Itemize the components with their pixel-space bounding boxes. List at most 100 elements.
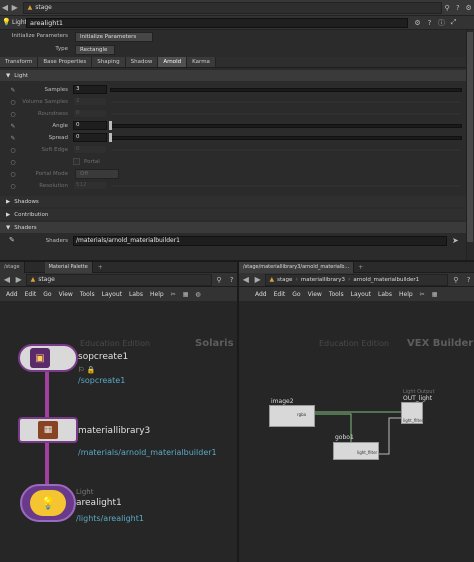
left-path-bar: ◀ ▶ ▲ stage ⚲ ? [0,273,237,287]
chevron-down-icon: ▼ [6,224,11,231]
forward-arrow-icon[interactable]: ▶ [14,274,24,286]
parameter-tabs: Transform Base Properties Shaping Shadow… [0,57,474,68]
light-param-label: Portal Mode [35,171,68,177]
light-param-row: ✎ Samples 3 [0,84,466,96]
vex-node-name-image2: image2 [271,398,294,405]
top-toolbar: ◀ ▶ ▲ stage ⚲ ? ⚙ [0,0,474,16]
expand-icon[interactable]: ⤢ [448,17,459,28]
menu-go[interactable]: Go [43,291,51,298]
light-param-row: ○ Roundness 0 [0,108,466,120]
palette-icon[interactable]: ◍ [195,291,200,298]
node-path-arealight1: /lights/arealight1 [76,514,144,523]
tab-karma[interactable]: Karma [187,57,216,67]
tab-arnold[interactable]: Arnold [158,57,188,67]
light-param-value[interactable]: 3 [73,85,107,94]
light-param-label: Spread [48,135,68,141]
tab-shadow[interactable]: Shadow [125,57,159,67]
light-param-slider[interactable] [110,100,462,104]
left-path-text: stage [38,276,55,283]
back-arrow-icon[interactable]: ◀ [2,274,12,286]
help-icon[interactable]: ? [424,17,435,28]
init-params-dropdown[interactable]: Initialize Parameters [75,32,153,42]
wire-gobo-to-out [379,417,403,455]
node-type-label: Light [12,19,27,26]
node-name-arealight1: arealight1 [76,498,122,508]
shaders-label: Shaders [45,238,68,244]
shaders-section-label: Shaders [14,224,37,231]
vex-node-image2[interactable] [269,405,315,427]
contribution-section-header[interactable]: ▶ Contribution [0,209,466,220]
wrench-icon[interactable]: ✂ [171,291,176,298]
vex-port-gobo1: light_filter [357,450,378,455]
network-pane-left: /stage Material Palette + ◀ ▶ ▲ stage ⚲ … [0,261,237,562]
type-dropdown[interactable]: Rectangle [75,45,115,55]
light-param-value[interactable]: 512 [73,181,107,190]
menu-view[interactable]: View [59,291,73,298]
info-icon[interactable]: ⓘ [436,17,447,28]
menu-add[interactable]: Add [6,291,18,298]
forward-arrow-icon[interactable]: ▶ [10,2,20,14]
menu-layout[interactable]: Layout [102,291,122,298]
contribution-section-label: Contribution [14,211,49,218]
vex-node-name-out-light: OUT_light [403,395,433,402]
tab-transform[interactable]: Transform [0,57,39,67]
light-param-row: ○ Volume Samples 2 [0,96,466,108]
light-param-row: ✎ Angle 0 [0,120,466,132]
back-arrow-icon[interactable]: ◀ [0,2,10,14]
portal-checkbox[interactable] [73,158,80,165]
path-text: stage [35,4,52,11]
tab-shaping[interactable]: Shaping [92,57,126,67]
network-pane-right: /stage/materiallibrary3/arnold_materialb… [239,261,474,562]
parameter-scroll-thumb[interactable] [467,32,473,242]
portal-label: Portal [84,159,100,165]
tab-base-properties[interactable]: Base Properties [38,57,93,67]
menu-edit[interactable]: Edit [25,291,37,298]
slider-handle[interactable] [109,133,112,142]
light-param-label: Samples [44,87,69,93]
shaders-section-header[interactable]: ▼ Shaders [0,222,466,233]
vex-port-image2: rgba [297,412,307,417]
light-param-slider[interactable] [110,184,462,188]
menu-help[interactable]: Help [150,291,164,298]
menu-tools[interactable]: Tools [80,291,95,298]
shaders-input[interactable]: /materials/arnold_materialbuilder1 [73,236,447,246]
light-param-value[interactable]: 0 [73,109,107,118]
light-param-value[interactable]: 0 [73,121,107,130]
help-icon[interactable]: ? [226,274,237,285]
pin-icon[interactable]: ⚲ [442,2,453,13]
light-param-slider[interactable] [110,136,462,140]
light-param-slider[interactable] [110,124,462,128]
menu-labs[interactable]: Labs [129,291,143,298]
path-bar[interactable]: ▲ stage [22,1,442,14]
node-name-input[interactable]: arealight1 [26,18,408,28]
slider-handle[interactable] [109,121,112,130]
shadows-section-header[interactable]: ▶ Shadows [0,196,466,207]
tab-material-palette[interactable]: Material Palette [44,261,93,273]
node-name-materiallibrary3: materiallibrary3 [78,426,151,436]
light-param-slider[interactable] [110,88,462,92]
sop-create-icon: ▣ [30,348,50,368]
chevron-right-icon: ▶ [6,198,11,205]
help-icon[interactable]: ? [452,2,463,13]
tab-stage[interactable]: /stage [0,261,25,273]
vex-node-name-gobo1: gobo1 [335,434,354,441]
light-param-label: Roundness [37,111,68,117]
light-param-slider[interactable] [110,112,462,116]
gear-icon[interactable]: ⚙ [412,17,423,28]
left-path-field[interactable]: ▲ stage [25,273,212,286]
light-param-value[interactable]: 2 [73,97,107,106]
light-section-header[interactable]: ▼ Light [0,70,466,81]
light-param-label: Soft Edge [41,147,68,153]
light-param-label: Volume Samples [22,99,68,105]
left-context-label: Solaris [195,338,234,349]
light-param-slider[interactable] [110,148,462,152]
light-param-value[interactable]: 0 [73,133,107,142]
chevron-right-icon: ▶ [6,211,11,218]
pin-icon[interactable]: ⚲ [214,274,225,285]
settings-icon[interactable]: ⚙ [463,2,474,13]
light-param-value[interactable]: 0 [73,145,107,154]
circle-icon[interactable]: ○ [9,158,17,166]
portal-mode-dropdown[interactable]: Off [75,169,119,179]
add-tab-icon[interactable]: + [98,264,103,271]
grid-icon[interactable]: ▦ [183,291,189,298]
